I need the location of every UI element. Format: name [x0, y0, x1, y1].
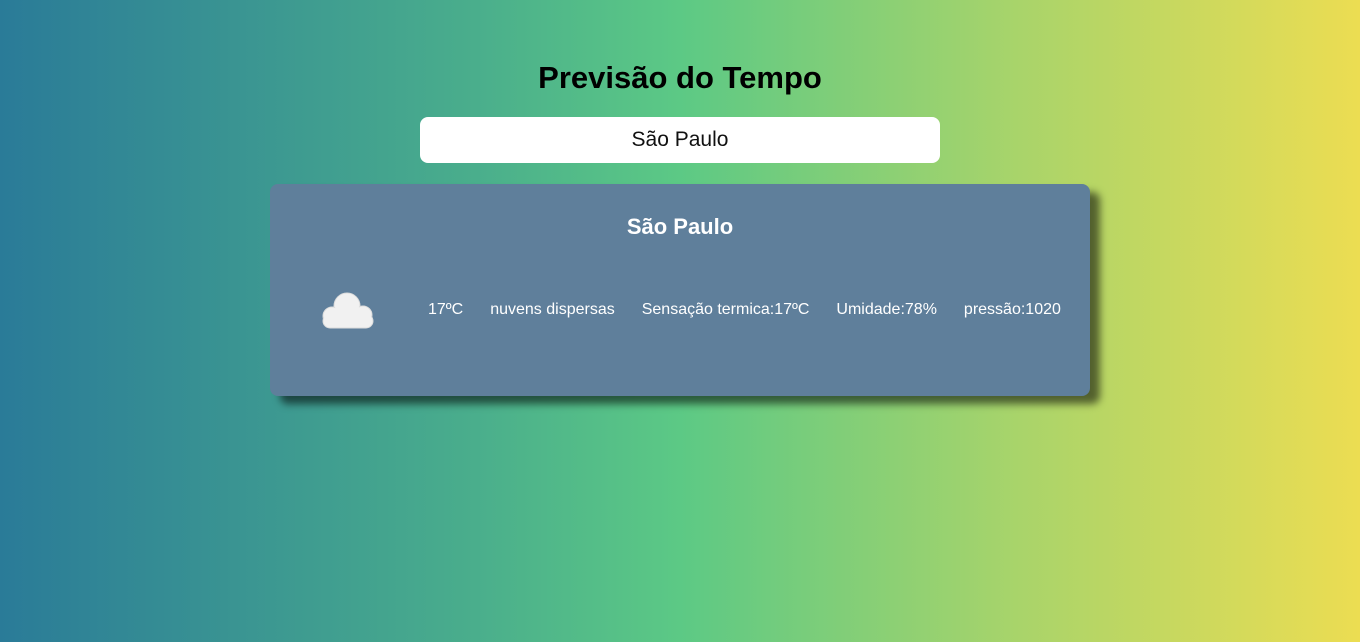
- humidity-value: Umidade:78%: [836, 301, 937, 318]
- feels-like-value: Sensação termica:17ºC: [641, 301, 810, 318]
- city-search-input[interactable]: [420, 117, 940, 163]
- weather-description: nuvens dispersas: [490, 301, 615, 318]
- weather-details-row: 17ºC nuvens dispersas Sensação termica:1…: [316, 284, 1066, 336]
- pressure-value: pressão:1020: [963, 301, 1061, 318]
- page-title: Previsão do Tempo: [538, 60, 822, 95]
- weather-card: São Paulo 17ºC nuvens dispersas Sensação…: [270, 184, 1090, 396]
- temperature-value: 17ºC: [428, 301, 464, 318]
- weather-city-name: São Paulo: [626, 214, 734, 239]
- search-container: [420, 117, 940, 163]
- cloud-icon: [316, 284, 382, 336]
